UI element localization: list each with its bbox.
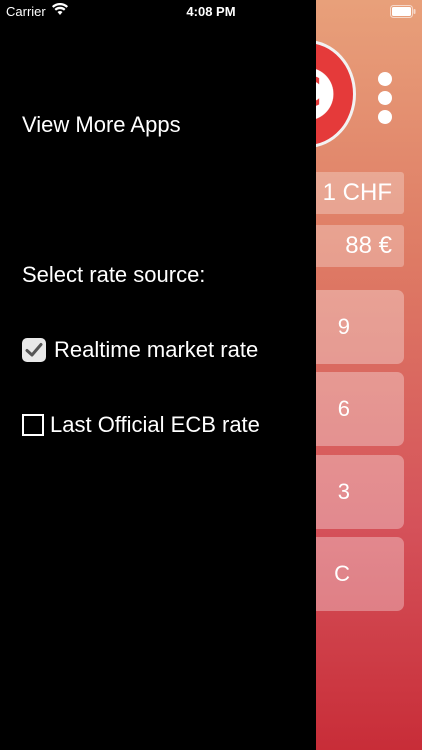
vertical-ellipsis-icon[interactable] (374, 70, 396, 126)
screen: € 1 CHF 88 € 9 6 3 C View More Apps Sele… (0, 0, 422, 750)
key-label: 9 (337, 314, 350, 339)
key-label: 6 (337, 396, 350, 421)
ecb-rate-label: Last Official ECB rate (50, 412, 260, 437)
ecb-rate-option[interactable]: Last Official ECB rate (22, 410, 260, 440)
checkbox-empty-icon[interactable] (22, 414, 44, 436)
view-more-apps-link[interactable]: View More Apps (22, 112, 181, 138)
source-currency-value: 1 CHF (322, 179, 392, 206)
key-label: 3 (337, 479, 350, 504)
side-drawer: View More Apps Select rate source: Realt… (0, 0, 316, 750)
realtime-rate-label: Realtime market rate (54, 337, 259, 362)
status-bar: Carrier 4:08 PM (0, 0, 422, 24)
rate-source-label: Select rate source: (22, 262, 206, 287)
realtime-rate-option[interactable]: Realtime market rate (22, 335, 258, 365)
status-time: 4:08 PM (186, 4, 236, 19)
battery-icon (390, 5, 416, 18)
checkbox-checked-icon[interactable] (22, 338, 46, 362)
key-label: C (334, 561, 350, 586)
target-currency-value: 88 € (345, 232, 392, 259)
